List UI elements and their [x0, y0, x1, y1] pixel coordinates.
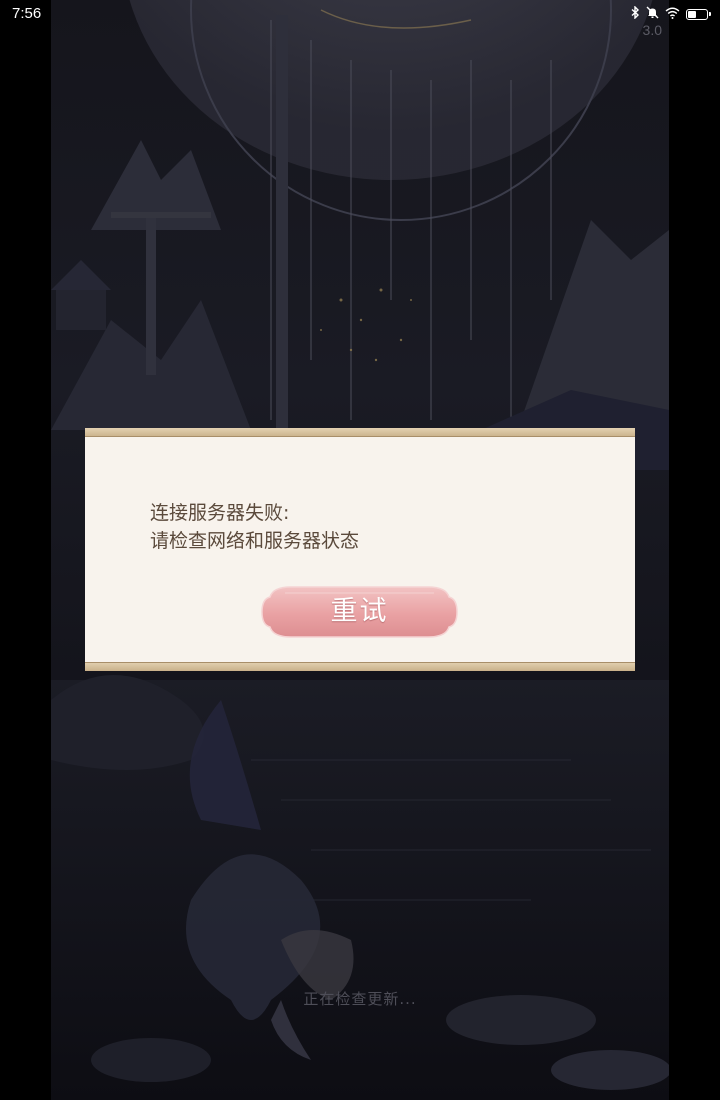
retry-button-label: 重试	[330, 596, 389, 627]
app-screen: 7:56 3.0 正在检查更新... 连接服务器失败: 请检查网络和服务器状态 …	[0, 0, 720, 1100]
mute-icon	[646, 6, 659, 22]
connection-error-dialog: 连接服务器失败: 请检查网络和服务器状态 重试	[85, 428, 635, 671]
error-message-line-2: 请检查网络和服务器状态	[150, 530, 360, 552]
battery-icon	[686, 8, 711, 20]
dialog-message: 连接服务器失败: 请检查网络和服务器状态	[150, 499, 359, 555]
status-icons	[631, 5, 711, 22]
error-message-line-1: 连接服务器失败:	[150, 502, 290, 524]
retry-button[interactable]: 重试	[261, 585, 458, 639]
status-bar: 7:56	[0, 0, 720, 30]
bluetooth-icon	[631, 5, 640, 22]
wifi-icon	[665, 7, 680, 22]
dialog-top-border	[85, 428, 635, 437]
status-time: 7:56	[12, 5, 42, 22]
dialog-bottom-border	[85, 662, 635, 671]
loading-status-text: 正在检查更新...	[303, 990, 417, 1008]
